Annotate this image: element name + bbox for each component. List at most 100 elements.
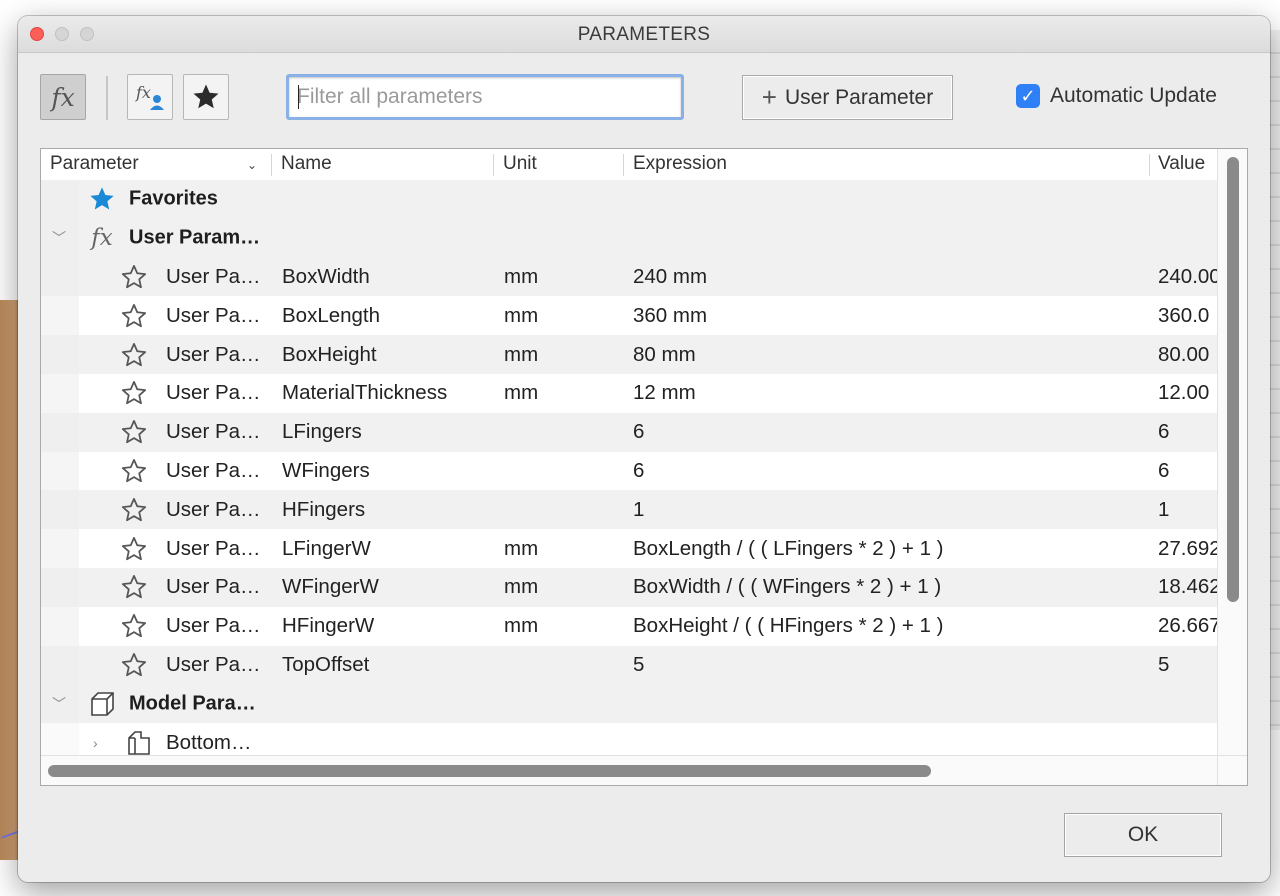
cell-expression[interactable]: BoxWidth / ( ( WFingers * 2 ) + 1 ) xyxy=(633,575,1143,599)
cell-name[interactable]: BoxWidth xyxy=(282,265,490,289)
cell-unit[interactable]: mm xyxy=(504,614,614,638)
cell-expression[interactable]: 1 xyxy=(633,498,1143,522)
cell-name[interactable]: LFingers xyxy=(282,420,490,444)
cell-expression[interactable]: 240 mm xyxy=(633,265,1143,289)
model-parameters-group-row[interactable]: ﹀ Model Para… xyxy=(41,684,1219,724)
filter-input[interactable] xyxy=(289,77,681,117)
row-gutter xyxy=(41,373,79,413)
favorite-star-icon[interactable] xyxy=(120,573,148,601)
cell-parameter: User Pa… xyxy=(166,303,261,327)
favorites-star-icon xyxy=(87,184,117,214)
automatic-update-checkbox[interactable]: ✓ xyxy=(1016,84,1040,108)
star-icon xyxy=(193,84,219,109)
column-divider[interactable] xyxy=(271,154,272,176)
cell-name[interactable]: WFingers xyxy=(282,459,490,483)
cell-unit[interactable]: mm xyxy=(504,537,614,561)
table-row[interactable]: User Pa… LFingerW mm BoxLength / ( ( LFinge… xyxy=(41,529,1219,568)
cell-unit[interactable]: mm xyxy=(504,265,614,289)
favorite-star-icon[interactable] xyxy=(120,263,148,291)
vertical-scrollbar-thumb[interactable] xyxy=(1227,157,1239,602)
chevron-down-icon[interactable]: ﹀ xyxy=(52,694,66,714)
add-user-parameter-button[interactable]: + User Parameter xyxy=(742,75,953,120)
table-row[interactable]: User Pa… HFingerW mm BoxHeight / ( ( HFinge… xyxy=(41,606,1219,646)
column-divider[interactable] xyxy=(623,154,624,176)
table-row[interactable]: User Pa… BoxHeight mm 80 mm 80.00 xyxy=(41,335,1219,374)
cell-value: 80.00 xyxy=(1158,342,1210,366)
cell-name[interactable]: TopOffset xyxy=(282,653,490,677)
cell-value: 1 xyxy=(1158,497,1170,521)
cell-parameter: User Pa… xyxy=(166,536,261,560)
cell-expression[interactable]: 360 mm xyxy=(633,304,1143,328)
toolbar-divider xyxy=(106,76,108,120)
cell-expression[interactable]: 6 xyxy=(633,420,1143,444)
automatic-update-toggle[interactable]: ✓ Automatic Update xyxy=(1016,84,1217,108)
chevron-down-icon[interactable]: ⌄ xyxy=(247,158,257,172)
cell-expression[interactable]: 80 mm xyxy=(633,343,1143,367)
favorites-group-row[interactable]: Favorites xyxy=(41,180,1219,219)
column-header-parameter[interactable]: Parameter xyxy=(50,153,139,175)
all-parameters-button[interactable]: fx xyxy=(40,74,86,120)
titlebar: PARAMETERS xyxy=(18,16,1270,53)
table-row[interactable]: User Pa… BoxLength mm 360 mm 360.0 xyxy=(41,296,1219,336)
favorite-star-icon[interactable] xyxy=(120,302,148,330)
favorite-star-icon[interactable] xyxy=(120,379,148,407)
cell-name[interactable]: BoxHeight xyxy=(282,343,490,367)
favorites-label: Favorites xyxy=(129,187,218,210)
cell-name[interactable]: HFingers xyxy=(282,498,490,522)
row-gutter xyxy=(41,567,79,607)
cell-unit[interactable]: mm xyxy=(504,343,614,367)
cell-name[interactable]: BoxLength xyxy=(282,304,490,328)
cell-parameter: User Pa… xyxy=(166,614,261,638)
column-header-expression[interactable]: Expression xyxy=(633,153,727,175)
cell-name[interactable]: MaterialThickness xyxy=(282,381,490,405)
table-row[interactable]: User Pa… MaterialThickness mm 12 mm 12.00 xyxy=(41,373,1219,413)
table-row[interactable]: User Pa… WFingers 6 6 xyxy=(41,451,1219,491)
favorites-filter-button[interactable] xyxy=(183,74,229,120)
ok-button[interactable]: OK xyxy=(1064,813,1222,857)
horizontal-scrollbar[interactable] xyxy=(41,755,1219,785)
cell-expression[interactable]: BoxHeight / ( ( HFingers * 2 ) + 1 ) xyxy=(633,614,1143,638)
cell-unit[interactable]: mm xyxy=(504,575,614,599)
chevron-right-icon[interactable]: › xyxy=(93,735,98,751)
cell-unit[interactable]: mm xyxy=(504,304,614,328)
user-parameters-group-row[interactable]: ﹀ fx User Param… xyxy=(41,218,1219,258)
cell-expression[interactable]: BoxLength / ( ( LFingers * 2 ) + 1 ) xyxy=(633,537,1143,561)
cell-unit[interactable]: mm xyxy=(504,381,614,405)
chevron-down-icon[interactable]: ﹀ xyxy=(52,228,66,248)
column-header-value[interactable]: Value xyxy=(1158,153,1205,175)
column-divider[interactable] xyxy=(493,154,494,176)
cell-name[interactable]: LFingerW xyxy=(282,537,490,561)
favorite-star-icon[interactable] xyxy=(120,418,148,446)
favorite-star-icon[interactable] xyxy=(120,651,148,679)
column-divider[interactable] xyxy=(1149,154,1150,176)
horizontal-scrollbar-thumb[interactable] xyxy=(48,765,931,777)
favorite-star-icon[interactable] xyxy=(120,612,148,640)
add-user-parameter-label: User Parameter xyxy=(784,85,934,109)
filter-input-wrapper xyxy=(286,74,684,120)
favorite-star-icon[interactable] xyxy=(120,535,148,563)
column-header-name[interactable]: Name xyxy=(281,153,332,175)
column-header-unit[interactable]: Unit xyxy=(503,153,537,175)
cell-expression[interactable]: 5 xyxy=(633,653,1143,677)
table-row[interactable]: User Pa… WFingerW mm BoxWidth / ( ( WFinger… xyxy=(41,567,1219,607)
favorite-star-icon[interactable] xyxy=(120,341,148,369)
favorite-star-icon[interactable] xyxy=(120,496,148,524)
cell-value: 360.0 xyxy=(1158,303,1210,327)
row-gutter xyxy=(41,606,79,646)
table-row[interactable]: User Pa… TopOffset 5 5 xyxy=(41,645,1219,685)
table-row[interactable]: User Pa… LFingers 6 6 xyxy=(41,412,1219,452)
row-gutter xyxy=(41,490,79,530)
cell-name[interactable]: HFingerW xyxy=(282,614,490,638)
cell-expression[interactable]: 12 mm xyxy=(633,381,1143,405)
table-row[interactable]: User Pa… HFingers 1 1 xyxy=(41,490,1219,530)
cell-parameter: User Pa… xyxy=(166,652,261,676)
vertical-scrollbar[interactable] xyxy=(1217,149,1247,785)
user-parameters-filter-button[interactable]: fx xyxy=(127,74,173,120)
model-parameters-label: Model Para… xyxy=(129,692,256,715)
cell-value: 5 xyxy=(1158,652,1170,676)
cell-value: 27.692 xyxy=(1158,536,1219,560)
cell-name[interactable]: WFingerW xyxy=(282,575,490,599)
cell-expression[interactable]: 6 xyxy=(633,459,1143,483)
favorite-star-icon[interactable] xyxy=(120,457,148,485)
table-row[interactable]: User Pa… BoxWidth mm 240 mm 240.00 xyxy=(41,257,1219,297)
